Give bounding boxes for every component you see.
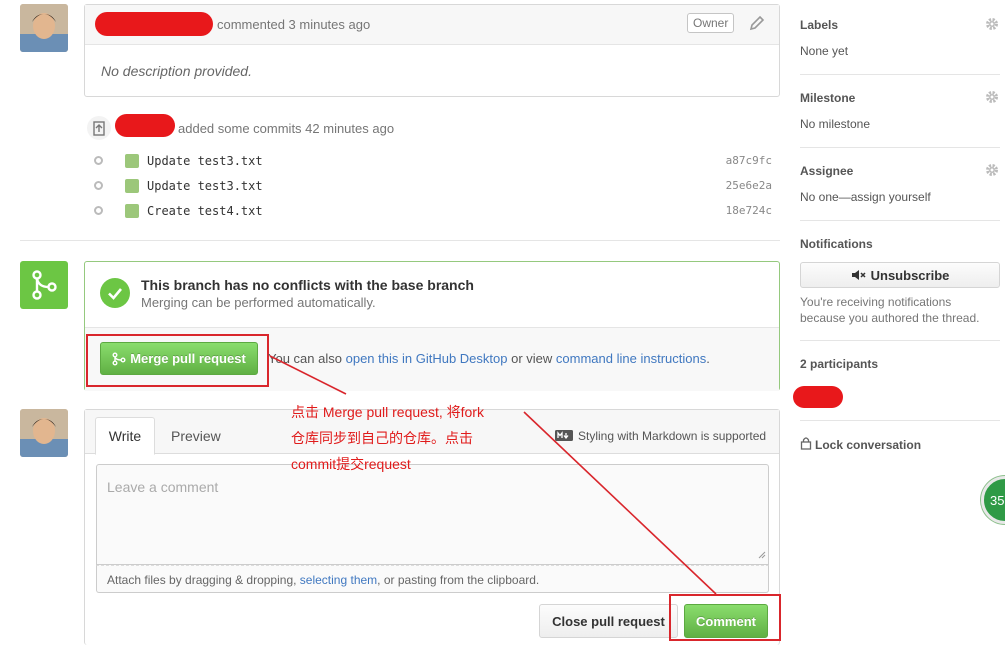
or-view-text: or view	[511, 351, 553, 366]
tab-write[interactable]: Write	[95, 417, 155, 455]
labels-title[interactable]: Labels	[800, 18, 838, 32]
comment-textarea[interactable]: Leave a comment	[96, 464, 769, 565]
sidebar-divider	[800, 74, 1000, 75]
mute-icon	[851, 270, 866, 280]
assignee-title[interactable]: Assignee	[800, 164, 853, 178]
labels-value: None yet	[800, 44, 849, 58]
gear-icon[interactable]	[985, 90, 999, 107]
check-circle-icon	[100, 278, 130, 308]
commit-row: Update test3.txt 25e6e2a	[90, 173, 780, 198]
sidebar-divider	[800, 340, 1000, 341]
merge-alternatives: You can also open this in GitHub Desktop…	[268, 351, 710, 366]
timeline-divider	[20, 240, 780, 241]
notifications-note: You're receiving notifications because y…	[800, 295, 980, 325]
commit-avatar-icon	[125, 153, 139, 168]
comment-button[interactable]: Comment	[684, 604, 768, 638]
commit-message-link[interactable]: Update test3.txt	[147, 179, 263, 193]
comment-body: No description provided.	[101, 63, 252, 79]
current-user-avatar[interactable]	[20, 409, 68, 457]
select-files-link[interactable]: selecting them	[300, 573, 377, 587]
sidebar-divider	[800, 220, 1000, 221]
comment-meta: commented 3 minutes ago	[217, 17, 371, 32]
merge-icon	[112, 352, 126, 365]
comment-header: commented 3 minutes ago Owner	[85, 5, 779, 45]
commit-avatar-icon	[125, 203, 139, 218]
commit-message-link[interactable]: Create test4.txt	[147, 204, 263, 218]
command-line-link[interactable]: command line instructions	[556, 351, 706, 366]
merge-branch-icon	[20, 261, 68, 309]
comment-placeholder: Leave a comment	[107, 479, 219, 495]
unsubscribe-button[interactable]: Unsubscribe	[800, 262, 1000, 288]
merge-pull-request-button[interactable]: Merge pull request	[100, 342, 258, 375]
commits-header: added some commits 42 minutes ago	[178, 121, 395, 136]
github-desktop-link[interactable]: open this in GitHub Desktop	[346, 351, 508, 366]
also-text: You can also	[268, 351, 342, 366]
commit-dot-icon	[94, 181, 103, 190]
markdown-icon	[555, 429, 573, 444]
edit-pencil-icon[interactable]	[749, 15, 765, 34]
attach-files-bar[interactable]: Attach files by dragging & dropping, sel…	[96, 565, 769, 593]
merge-status-title: This branch has no conflicts with the ba…	[141, 277, 474, 293]
redacted-username	[95, 12, 213, 36]
pr-description-comment: commented 3 minutes ago Owner No descrip…	[84, 4, 780, 97]
milestone-value: No milestone	[800, 117, 871, 131]
gear-icon[interactable]	[985, 17, 999, 34]
commit-dot-icon	[94, 156, 103, 165]
author-avatar[interactable]	[20, 4, 68, 52]
commit-sha-link[interactable]: 18e724c	[726, 204, 772, 217]
redacted-participants	[793, 386, 843, 408]
commit-sha-link[interactable]: a87c9fc	[726, 154, 772, 167]
sidebar-divider	[800, 147, 1000, 148]
commits-icon	[87, 116, 111, 140]
notifications-title: Notifications	[800, 237, 873, 251]
resize-handle-icon[interactable]	[758, 547, 766, 562]
participants-title: 2 participants	[800, 357, 879, 371]
commit-dot-icon	[94, 206, 103, 215]
commit-sha-link[interactable]: 25e6e2a	[726, 179, 772, 192]
sidebar-divider	[800, 420, 1000, 421]
gear-icon[interactable]	[985, 163, 999, 180]
lock-conversation-link[interactable]: Lock conversation	[815, 438, 921, 452]
commit-avatar-icon	[125, 178, 139, 193]
merge-status-subtitle: Merging can be performed automatically.	[141, 295, 376, 310]
assignee-value[interactable]: No one—assign yourself	[800, 190, 931, 204]
milestone-title[interactable]: Milestone	[800, 91, 855, 105]
attach-hint: Attach files by dragging & dropping, sel…	[107, 573, 540, 587]
tab-preview[interactable]: Preview	[171, 428, 221, 444]
markdown-hint[interactable]: Styling with Markdown is supported	[578, 429, 766, 443]
commit-row: Update test3.txt a87c9fc	[90, 148, 780, 173]
floating-badge[interactable]: 35	[981, 476, 1005, 524]
lock-icon	[800, 436, 812, 453]
commit-list: Update test3.txt a87c9fc Update test3.tx…	[90, 148, 780, 223]
commit-message-link[interactable]: Update test3.txt	[147, 154, 263, 168]
sidebar: Labels None yet Milestone No milestone A…	[793, 0, 1005, 645]
annotation-text: 点击 Merge pull request, 将fork 仓库同步到自己的仓库。…	[291, 404, 484, 472]
close-pull-request-button[interactable]: Close pull request	[539, 604, 678, 638]
commit-row: Create test4.txt 18e724c	[90, 198, 780, 223]
redacted-username	[115, 114, 175, 137]
owner-badge: Owner	[687, 13, 735, 33]
